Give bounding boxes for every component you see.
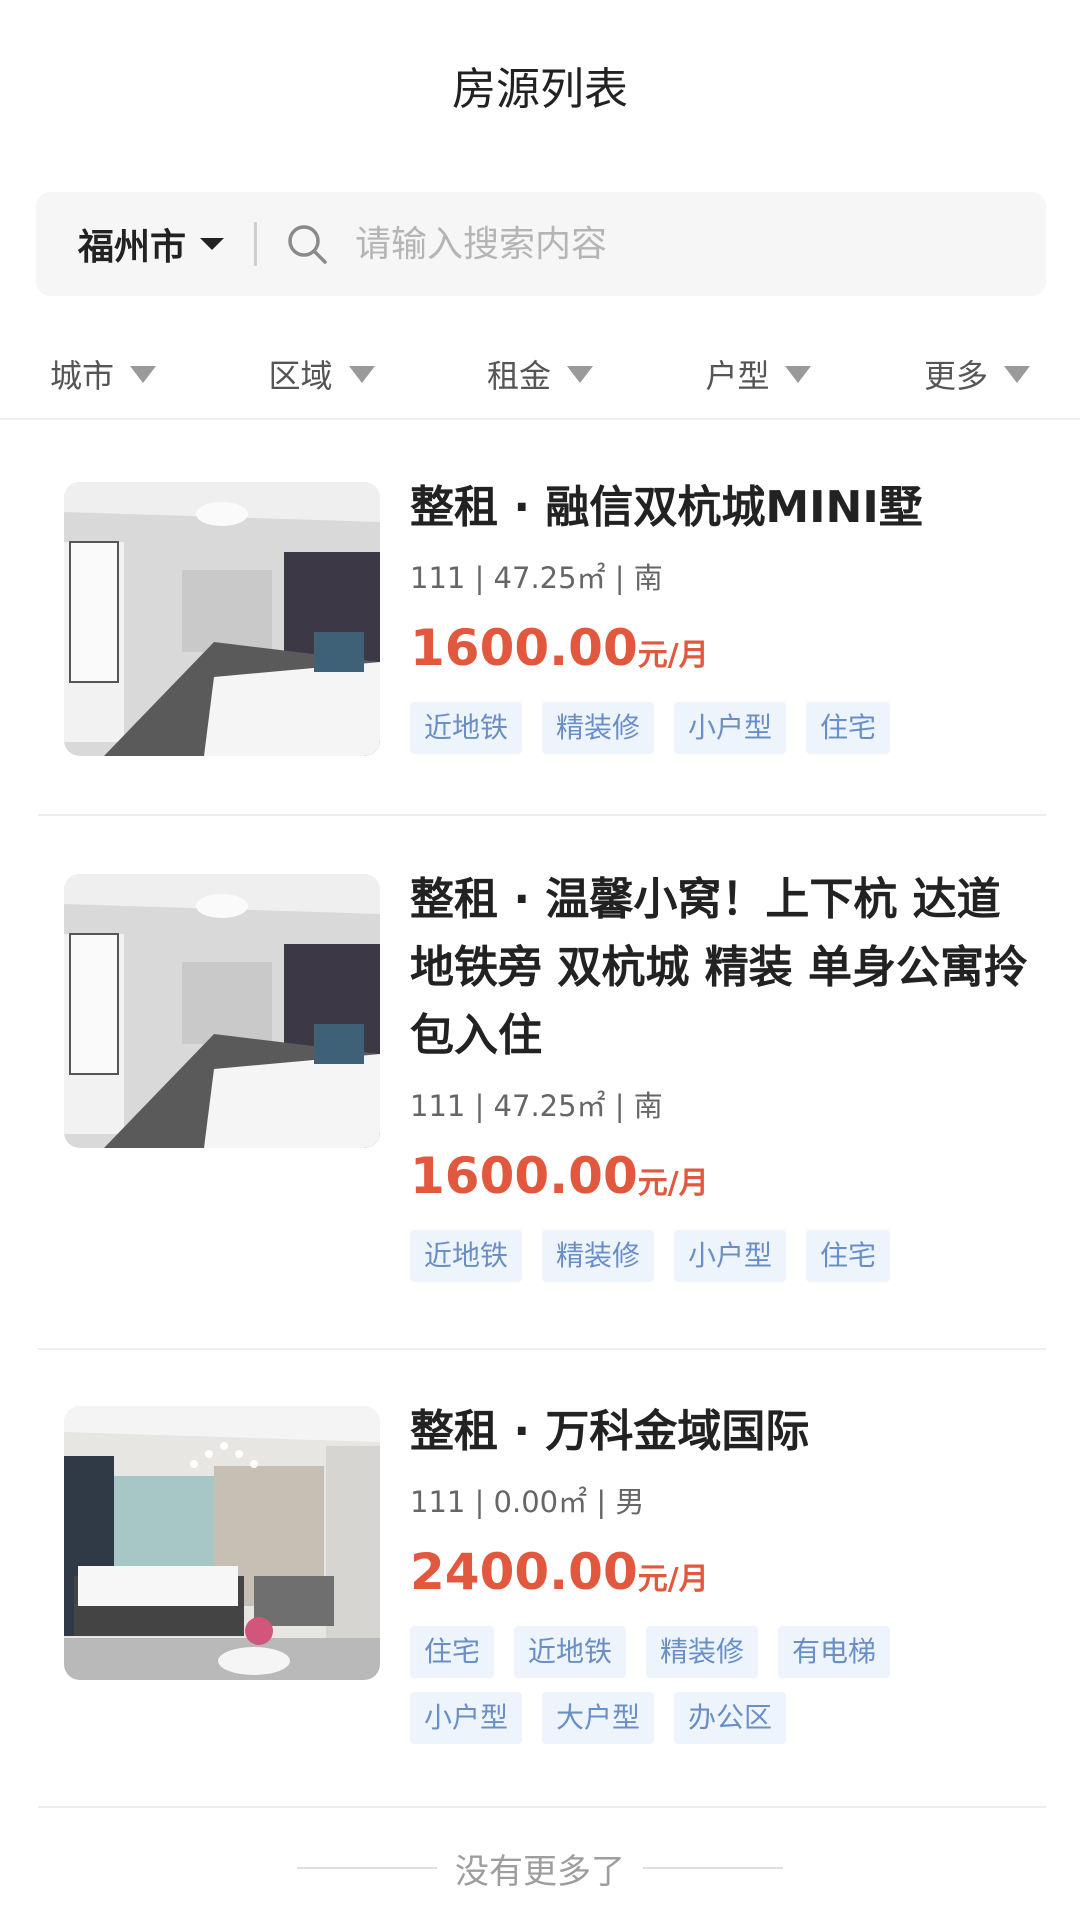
caret-down-icon [1003,365,1030,383]
filter-city[interactable]: 城市 [50,351,157,397]
filter-bar: 城市 区域 租金 户型 更多 [0,330,1080,420]
filter-label: 更多 [923,357,988,395]
listing-tags: 近地铁 精装修 小户型 住宅 [410,1230,910,1282]
caret-down-icon [566,365,593,383]
listing-price: 2400.00元/月 [410,1542,1030,1614]
price-unit: 元/月 [637,638,709,673]
listing-photo[interactable] [64,874,380,1148]
listing-tags: 住宅 近地铁 精装修 有电梯 小户型 大户型 办公区 [410,1626,910,1744]
end-of-list-text: 没有更多了 [455,1851,625,1892]
listing-title[interactable]: 整租 · 温馨小窝！上下杭 达道地铁旁 双杭城 精装 单身公寓拎包入住 [410,866,1030,1070]
listing-price: 1600.00元/月 [410,618,1030,690]
search-divider [254,222,258,266]
tag: 精装修 [646,1626,759,1678]
divider [643,1867,783,1869]
caret-down-icon [785,365,812,383]
tag: 大户型 [542,1692,655,1744]
price-unit: 元/月 [637,1562,709,1597]
listing-card[interactable]: 整租 · 万科金域国际 111 | 0.00㎡ | 男 2400.00元/月 住… [38,1372,1046,1808]
tag: 小户型 [410,1692,523,1744]
tag: 住宅 [806,1230,891,1282]
app-root: 房源列表 福州市 城市 区域 租金 户型 [0,0,1080,1920]
listing-meta: 111 | 47.25㎡ | 南 [410,1089,663,1123]
price-amount: 2400.00 [410,1543,638,1601]
listing-price: 1600.00元/月 [410,1146,1030,1218]
tag: 有电梯 [778,1626,891,1678]
listing-info: 整租 · 融信双杭城MINI墅 111 | 47.25㎡ | 南 1600.00… [410,474,1030,754]
listing-photo[interactable] [64,1406,380,1680]
price-amount: 1600.00 [410,1147,638,1205]
filter-label: 城市 [50,357,115,395]
city-selector[interactable]: 福州市 [78,218,225,270]
search-icon [285,222,329,266]
tag: 近地铁 [410,1230,523,1282]
tag: 小户型 [674,1230,787,1282]
listing-info: 整租 · 万科金域国际 111 | 0.00㎡ | 男 2400.00元/月 住… [410,1398,1030,1744]
listing-title[interactable]: 整租 · 融信双杭城MINI墅 [410,474,1030,542]
tag: 近地铁 [410,702,523,754]
filter-label: 户型 [705,357,770,395]
tag: 办公区 [674,1692,787,1744]
search-bar: 福州市 [36,192,1046,296]
listing-tags: 近地铁 精装修 小户型 住宅 [410,702,910,754]
filter-label: 区域 [268,357,333,395]
tag: 住宅 [410,1626,495,1678]
city-selector-label: 福州市 [78,227,187,268]
listing-photo[interactable] [64,482,380,756]
end-of-list: 没有更多了 [0,1838,1080,1898]
filter-layout[interactable]: 户型 [705,351,812,397]
tag: 精装修 [542,1230,655,1282]
listing-card[interactable]: 整租 · 温馨小窝！上下杭 达道地铁旁 双杭城 精装 单身公寓拎包入住 111 … [38,840,1046,1350]
filter-rent[interactable]: 租金 [487,351,593,397]
divider [297,1867,437,1869]
page-title: 房源列表 [452,64,628,115]
listing-card[interactable]: 整租 · 融信双杭城MINI墅 111 | 47.25㎡ | 南 1600.00… [38,448,1046,816]
listing-title[interactable]: 整租 · 万科金域国际 [410,1398,1030,1466]
header: 房源列表 [0,0,1080,170]
tag: 精装修 [542,702,655,754]
price-unit: 元/月 [637,1166,709,1201]
tag: 住宅 [806,702,891,754]
price-amount: 1600.00 [410,619,638,677]
filter-label: 租金 [486,357,551,395]
listing-info: 整租 · 温馨小窝！上下杭 达道地铁旁 双杭城 精装 单身公寓拎包入住 111 … [410,866,1030,1282]
listing-meta: 111 | 47.25㎡ | 南 [410,561,663,595]
caret-down-icon [130,365,157,383]
filter-district[interactable]: 区域 [268,351,375,397]
caret-down-icon [200,238,225,250]
tag: 小户型 [674,702,787,754]
listing-meta: 111 | 0.00㎡ | 男 [410,1485,645,1519]
filter-more[interactable]: 更多 [924,351,1030,397]
search-input[interactable] [353,222,994,266]
tag: 近地铁 [514,1626,627,1678]
caret-down-icon [348,365,375,383]
